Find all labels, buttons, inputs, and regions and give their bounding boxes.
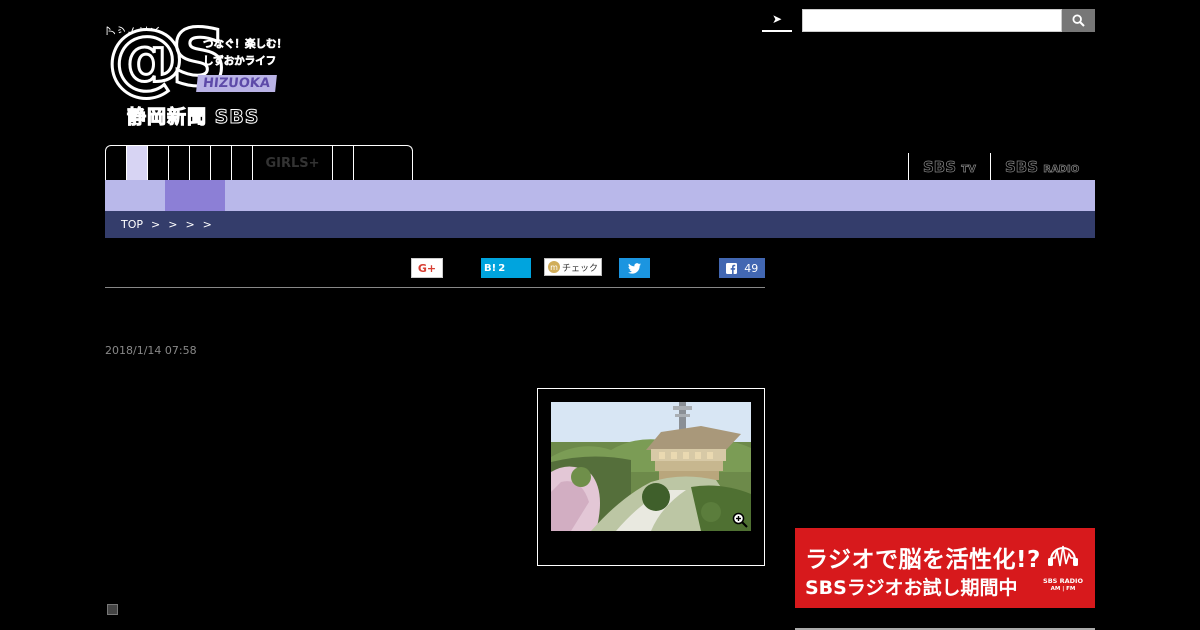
facebook-like-button[interactable]: 49 — [719, 258, 765, 278]
nav-tab-5[interactable] — [211, 146, 232, 180]
breadcrumb-top[interactable]: TOP — [121, 218, 143, 238]
radio-wave-icon — [1048, 545, 1078, 567]
hatena-count: 2 — [498, 262, 506, 274]
nav-tab-girls[interactable]: GIRLS+ — [253, 146, 333, 180]
arrow-icon: ➤ — [771, 12, 783, 26]
article-photo-frame — [537, 388, 765, 566]
mixi-label: チェック — [562, 263, 599, 274]
twitter-button[interactable] — [619, 258, 650, 278]
share-row: G+ B! 2 m チェック 49 — [105, 258, 765, 288]
nav-tab-1[interactable] — [127, 146, 148, 180]
mixi-check-button[interactable]: m チェック — [544, 258, 602, 276]
facebook-icon — [725, 262, 737, 274]
breadcrumb-sep: > — [151, 218, 161, 231]
logo-tagline-2: しずおかライフ — [203, 55, 277, 68]
sbs-radio-main: SBS — [1005, 158, 1039, 177]
mixi-icon: m — [548, 261, 560, 273]
search-button[interactable] — [1062, 9, 1095, 32]
sbs-tv-link[interactable]: SBS TV — [908, 153, 990, 180]
nav-tab-0[interactable] — [106, 146, 127, 180]
ad-subline: SBSラジオお試し期間中 — [805, 577, 1018, 599]
article-photo[interactable] — [551, 402, 751, 531]
search-input[interactable] — [802, 9, 1062, 32]
zoom-in-icon[interactable] — [732, 512, 748, 528]
park-building-image — [551, 402, 751, 531]
search-icon — [1072, 14, 1085, 27]
broadcast-links: SBS TV SBS RADIO — [908, 153, 1095, 180]
search-toggle-arrow[interactable]: ➤ — [762, 10, 792, 32]
logo-region: HIZUOKA — [196, 75, 277, 92]
sbs-radio-ad-banner[interactable]: ラジオで脳を活性化!? SBSラジオお試し期間中 SBS RADIO AM | … — [795, 528, 1095, 608]
ad-logo: SBS RADIO AM | FM — [1041, 540, 1085, 600]
main-nav-tabs: GIRLS+ — [105, 145, 413, 180]
sub-nav-bar — [105, 180, 1095, 211]
sbs-tv-suffix: TV — [961, 164, 976, 176]
nav-tab-3[interactable] — [169, 146, 190, 180]
sbs-tv-main: SBS — [923, 158, 957, 177]
ad-logo-brand: SBS RADIO — [1043, 577, 1083, 585]
sbs-radio-link[interactable]: SBS RADIO — [990, 153, 1095, 180]
sbs-radio-suffix: RADIO — [1043, 164, 1080, 176]
ad-headline: ラジオで脳を活性化!? — [805, 547, 1041, 573]
ad-logo-frequency: AM | FM — [1050, 585, 1076, 592]
breadcrumb-sep: > — [202, 218, 212, 231]
google-plus-button[interactable]: G+ — [411, 258, 443, 278]
nav-tab-2[interactable] — [148, 146, 169, 180]
hatena-icon: B! — [484, 262, 497, 274]
nav-tab-8[interactable] — [333, 146, 354, 180]
breadcrumb: TOP > > > > — [105, 211, 1095, 238]
twitter-bird-icon — [628, 262, 641, 274]
logo-publisher: 静岡新聞 SBS — [126, 106, 260, 129]
article-date: 2018/1/14 07:58 — [105, 344, 197, 357]
breadcrumb-sep: > — [185, 218, 195, 231]
google-plus-icon: G+ — [417, 261, 437, 275]
nav-tab-4[interactable] — [190, 146, 211, 180]
sub-nav-active-item[interactable] — [165, 180, 225, 211]
nav-tab-6[interactable] — [232, 146, 253, 180]
logo-tagline-1: つなぐ！楽しむ！ — [203, 38, 288, 51]
breadcrumb-sep: > — [168, 218, 178, 231]
list-bullet-icon — [107, 604, 118, 615]
nav-tab-9[interactable] — [354, 146, 392, 180]
facebook-count: 49 — [744, 261, 759, 275]
hatena-bookmark-button[interactable]: B! 2 — [481, 258, 531, 278]
site-logo[interactable]: アットエス @S つなぐ！楽しむ！ しずおかライフ HIZUOKA 静岡新聞 S… — [105, 12, 295, 130]
